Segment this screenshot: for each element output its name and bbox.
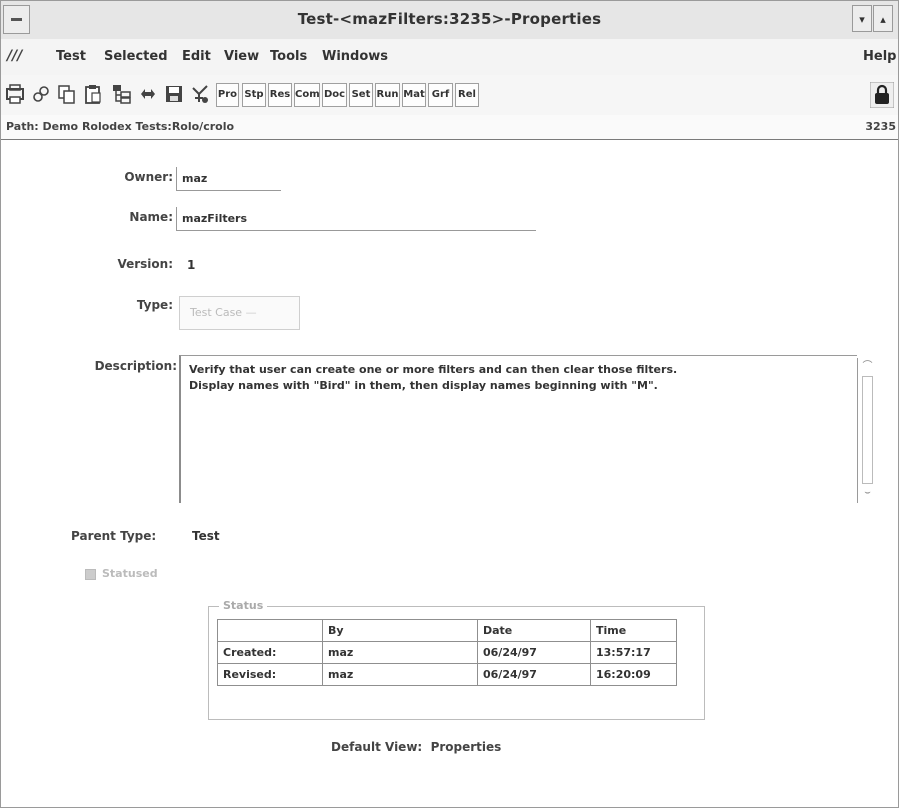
window-title: Test-<mazFilters:3235>-Properties (297, 10, 602, 28)
name-label: Name: (129, 210, 173, 224)
statused-checkbox: Statused (85, 567, 158, 580)
table-header-cell (217, 619, 323, 642)
default-view-value: Properties (430, 740, 502, 754)
doc-button[interactable]: Doc (322, 83, 347, 107)
hierarchy-icon[interactable] (111, 83, 131, 105)
rel-button[interactable]: Rel (455, 83, 479, 107)
version-label: Version: (117, 257, 173, 271)
status-group: Status By Date Time Created: maz 06/24/9… (208, 599, 705, 720)
table-cell: 16:20:09 (590, 663, 677, 686)
table-cell: Revised: (217, 663, 323, 686)
run-button[interactable]: Run (375, 83, 400, 107)
arrow-up-icon: ▴ (880, 13, 886, 26)
app-logo-icon: /// (7, 48, 23, 64)
parent-type-value: Test (192, 529, 220, 543)
status-group-title: Status (219, 599, 268, 612)
table-cell: 06/24/97 (477, 641, 591, 664)
stp-button[interactable]: Stp (242, 83, 266, 107)
scroll-track[interactable] (862, 376, 873, 484)
description-text: Verify that user can create one or more … (189, 363, 678, 392)
parent-type-label: Parent Type: (71, 529, 157, 543)
menu-bar: /// Test Selected Edit View Tools Window… (1, 39, 898, 76)
path-bar: Path: Demo Rolodex Tests:Rolo/crolo 3235 (1, 115, 898, 140)
type-label: Type: (136, 298, 173, 312)
menu-view[interactable]: View (224, 49, 259, 64)
status-table: By Date Time Created: maz 06/24/97 13:57… (217, 619, 677, 686)
pro-button[interactable]: Pro (216, 83, 239, 107)
menu-windows[interactable]: Windows (322, 49, 388, 64)
toolbar: Pro Stp Res Com Doc Set Run Mat Grf Rel (1, 75, 898, 116)
res-button[interactable]: Res (268, 83, 292, 107)
default-view: Default View: Properties (331, 740, 501, 754)
mat-button[interactable]: Mat (402, 83, 426, 107)
description-scrollbar[interactable]: ⌒ ⌣ (857, 358, 877, 503)
statused-label: Statused (102, 567, 158, 580)
title-bar: Test-<mazFilters:3235>-Properties ▾ ▴ (1, 1, 898, 40)
table-cell: maz (322, 663, 478, 686)
checkbox-icon (85, 568, 96, 580)
table-row: Revised: maz 06/24/97 16:20:09 (217, 663, 677, 686)
properties-window: Test-<mazFilters:3235>-Properties ▾ ▴ //… (0, 0, 899, 808)
scroll-up-icon[interactable]: ⌒ (861, 360, 874, 374)
table-header-cell: Time (590, 619, 677, 642)
table-cell: Created: (217, 641, 323, 664)
description-label: Description: (94, 359, 177, 373)
table-cell: maz (322, 641, 478, 664)
menu-selected[interactable]: Selected (104, 49, 168, 64)
table-row: Created: maz 06/24/97 13:57:17 (217, 641, 677, 664)
object-id: 3235 (865, 120, 896, 133)
link-icon[interactable] (31, 83, 51, 105)
grf-button[interactable]: Grf (428, 83, 453, 107)
run-icon[interactable] (190, 83, 210, 105)
type-value: Test Case (190, 306, 243, 319)
paste-icon[interactable] (83, 83, 103, 105)
menu-edit[interactable]: Edit (182, 49, 211, 64)
refresh-icon[interactable] (138, 83, 158, 105)
menu-tools[interactable]: Tools (270, 49, 307, 64)
description-textarea[interactable]: Verify that user can create one or more … (179, 355, 857, 503)
type-dropdown: Test Case — (179, 296, 300, 330)
menu-test[interactable]: Test (56, 49, 86, 64)
com-button[interactable]: Com (294, 83, 320, 107)
menu-help[interactable]: Help (863, 49, 896, 64)
scroll-down-icon[interactable]: ⌣ (861, 486, 874, 500)
maximize-button[interactable]: ▴ (873, 5, 893, 32)
table-cell: 13:57:17 (590, 641, 677, 664)
path-text: Path: Demo Rolodex Tests:Rolo/crolo (6, 120, 235, 133)
arrow-down-icon: ▾ (859, 13, 865, 26)
minimize-button[interactable]: ▾ (852, 5, 872, 32)
lock-icon[interactable] (869, 81, 895, 109)
save-icon[interactable] (164, 83, 184, 105)
owner-label: Owner: (124, 170, 173, 184)
owner-value: maz (182, 172, 208, 185)
table-header-cell: Date (477, 619, 591, 642)
version-value: 1 (187, 258, 196, 272)
table-header-cell: By (322, 619, 478, 642)
copy-icon[interactable] (57, 83, 77, 105)
print-icon[interactable] (5, 83, 25, 105)
default-view-label: Default View: (331, 740, 423, 754)
set-button[interactable]: Set (349, 83, 373, 107)
dropdown-arrow-icon: — (245, 306, 257, 319)
name-value: mazFilters (182, 212, 248, 225)
table-header-row: By Date Time (217, 619, 677, 642)
table-cell: 06/24/97 (477, 663, 591, 686)
